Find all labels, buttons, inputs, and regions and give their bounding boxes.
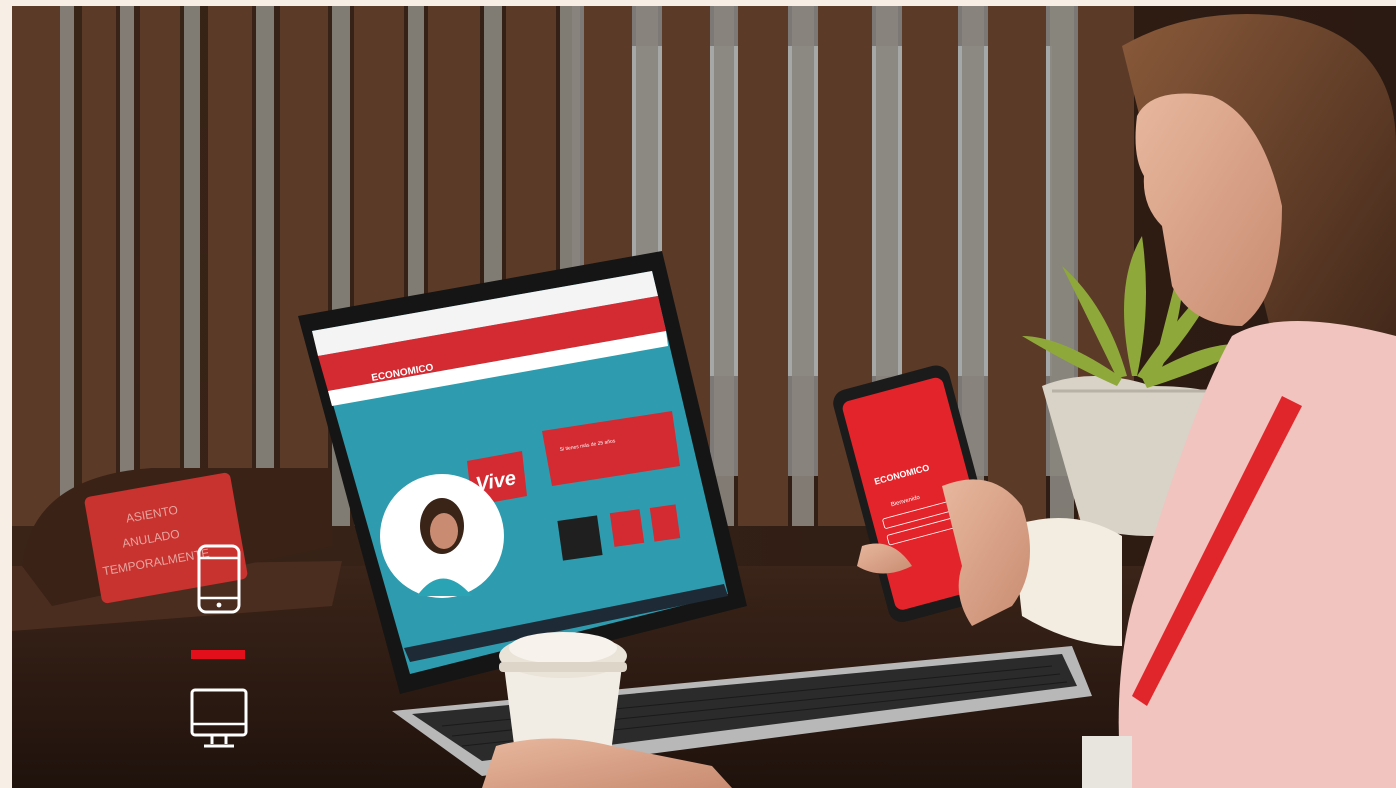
device-icons-overlay [180,540,260,760]
red-divider [191,650,245,659]
smartphone-icon [197,544,241,614]
image-frame: ASIENTO ANULADO TEMPORALMENTE ECONOMICO … [0,0,1396,788]
desktop-monitor-icon [190,688,248,748]
